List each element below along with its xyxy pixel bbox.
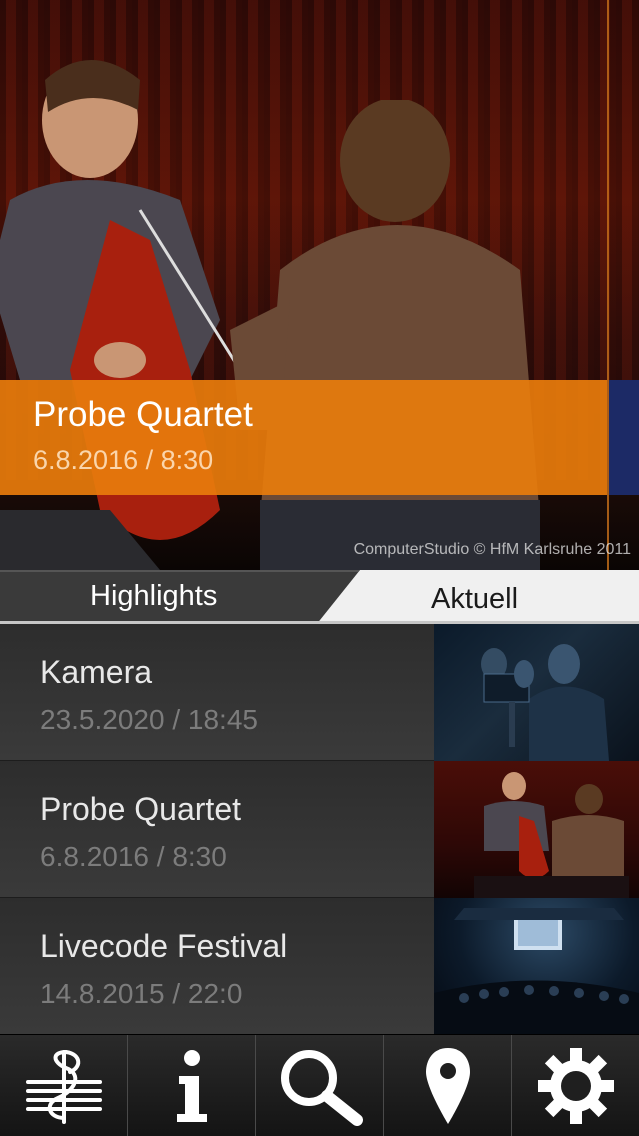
event-date: 6.8.2016 / 8:30 [40,841,227,872]
settings-button[interactable] [512,1035,639,1136]
hero-player-figure [230,100,540,570]
event-thumbnail [434,761,639,898]
featured-event[interactable]: Probe Quartet 6.8.2016 / 8:30 ComputerSt… [0,0,639,570]
festival-thumbnail-image [434,908,639,1035]
quartet-thumbnail-image [474,772,629,898]
event-list-item-kamera[interactable]: Kamera 23.5.2020 / 18:45 [0,624,639,761]
event-list-item-text: Livecode Festival 14.8.2015 / 22:0 [0,898,434,1035]
hero-date: 6.8.2016 / 8:30 [33,445,214,475]
event-title: Kamera [40,654,153,690]
hfm-logo-icon [25,1050,102,1124]
segment-tabs: Highlights Aktuell [0,570,639,624]
tab-aktuell-label: Aktuell [431,583,519,615]
kamera-thumbnail-image [481,644,609,761]
home-button[interactable] [0,1035,128,1136]
hero-photo-credit: ComputerStudio © HfM Karlsruhe 2011 [353,541,631,558]
event-title: Livecode Festival [40,928,288,964]
info-icon [176,1050,207,1122]
map-pin-icon [425,1048,470,1124]
gear-icon [537,1048,614,1124]
search-button[interactable] [256,1035,384,1136]
info-button[interactable] [128,1035,256,1136]
search-icon [280,1050,363,1126]
event-list: Kamera 23.5.2020 / 18:45 Probe Quartet 6… [0,624,639,1035]
event-thumbnail [434,898,639,1035]
bottom-toolbar [0,1034,639,1136]
event-date: 23.5.2020 / 18:45 [40,704,258,735]
event-list-item-probe-quartet[interactable]: Probe Quartet 6.8.2016 / 8:30 [0,761,639,898]
event-list-item-text: Probe Quartet 6.8.2016 / 8:30 [0,761,434,898]
hero-title: Probe Quartet [33,395,253,434]
event-list-item-livecode-festival[interactable]: Livecode Festival 14.8.2015 / 22:0 [0,898,639,1035]
event-title: Probe Quartet [40,791,241,827]
hero-next-slide-edge [609,380,639,495]
event-list-item-text: Kamera 23.5.2020 / 18:45 [0,624,434,761]
location-button[interactable] [384,1035,512,1136]
tab-highlights-label: Highlights [90,580,218,612]
tab-highlights[interactable]: Highlights [0,570,360,624]
event-thumbnail [434,624,639,761]
event-date: 14.8.2015 / 22:0 [40,978,243,1009]
